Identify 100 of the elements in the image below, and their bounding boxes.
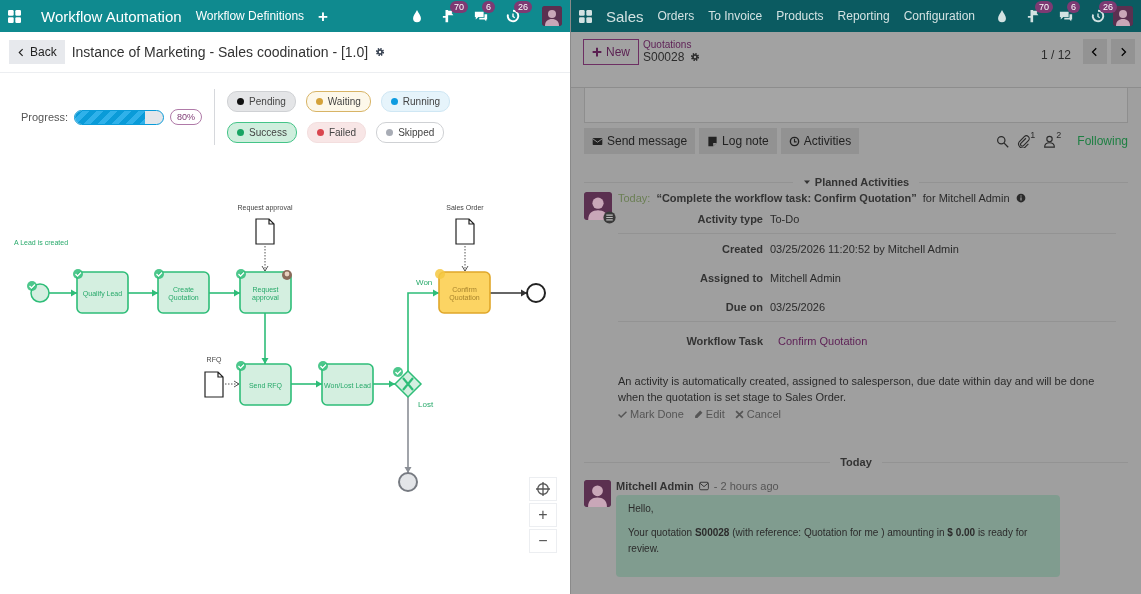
next-button[interactable] bbox=[1111, 39, 1135, 64]
activity-action-link[interactable]: Cancel bbox=[734, 408, 781, 420]
pencil-icon bbox=[693, 409, 703, 419]
envelope-icon bbox=[592, 135, 603, 147]
apps-menu-icon[interactable] bbox=[8, 9, 21, 23]
chatter-button[interactable]: Activities bbox=[780, 128, 860, 154]
flow-arrow bbox=[290, 380, 323, 388]
search-icon[interactable] bbox=[996, 134, 1010, 148]
follower-count: 2 bbox=[1056, 129, 1062, 142]
status-chip[interactable]: Running bbox=[380, 91, 451, 112]
flow-arrow bbox=[48, 289, 78, 297]
paperclip-icon[interactable] bbox=[1017, 134, 1031, 148]
gateway-node[interactable] bbox=[393, 367, 423, 399]
date-divider: Today bbox=[840, 456, 872, 468]
field-value: To-Do bbox=[770, 212, 800, 225]
activity-summary: “Complete the workflow task: Confirm Quotation” bbox=[656, 192, 917, 204]
status-chip[interactable]: Failed bbox=[306, 122, 367, 143]
check-icon bbox=[618, 409, 627, 419]
field-label: Workflow Task bbox=[685, 335, 763, 347]
field-label: Created bbox=[721, 242, 763, 255]
activity-note: An activity is automatically created, assigned to salesperson, due date within day and will be done when the quotation is set stage to Sales Order. bbox=[618, 374, 1096, 405]
person-icon[interactable] bbox=[1043, 134, 1057, 148]
signpost-icon[interactable] bbox=[442, 9, 456, 23]
flow-arrow bbox=[261, 312, 269, 365]
activity-action-link[interactable]: Mark Done bbox=[618, 408, 684, 420]
previous-button[interactable] bbox=[1083, 39, 1107, 64]
menu-item[interactable]: Orders bbox=[657, 9, 695, 23]
note-icon bbox=[707, 135, 719, 147]
association-arrow bbox=[261, 245, 269, 272]
apps-menu-icon[interactable] bbox=[579, 9, 592, 23]
document-icon[interactable] bbox=[255, 218, 275, 245]
assignee-avatar bbox=[282, 270, 292, 280]
activity-date: Today: bbox=[618, 192, 651, 204]
app-name[interactable]: Sales bbox=[606, 7, 644, 25]
user-avatar bbox=[584, 480, 611, 507]
gear-icon[interactable] bbox=[690, 52, 701, 62]
flow-arrow bbox=[372, 380, 396, 388]
app-name[interactable]: Workflow Automation bbox=[41, 7, 182, 25]
message-text: Your quotation S00028 (with reference: Quotation for me ) amounting in $ 0.00 is ready for review. bbox=[628, 526, 1029, 556]
zoom-out-button[interactable]: − bbox=[529, 529, 557, 553]
menu-item[interactable]: To Invoice bbox=[708, 9, 763, 23]
status-chip[interactable]: Success bbox=[227, 122, 297, 143]
back-button[interactable]: Back bbox=[9, 40, 65, 64]
status-chip[interactable]: Waiting bbox=[305, 91, 371, 112]
add-button[interactable]: + bbox=[318, 7, 329, 25]
activity-action-link[interactable]: Edit bbox=[693, 408, 725, 420]
message-author[interactable]: Mitchell Admin bbox=[616, 480, 694, 492]
menu-item[interactable]: Configuration bbox=[903, 9, 976, 23]
todo-badge-icon bbox=[603, 211, 616, 224]
document-icon[interactable] bbox=[455, 218, 475, 245]
attachment-count: 1 bbox=[1030, 129, 1036, 142]
flow-arrow bbox=[127, 289, 159, 297]
chevron-right-icon bbox=[1118, 45, 1128, 58]
start-event[interactable] bbox=[27, 281, 50, 303]
association-arrow bbox=[461, 245, 469, 272]
user-avatar[interactable] bbox=[1113, 6, 1133, 26]
user-avatar bbox=[584, 192, 612, 220]
chat-icon[interactable] bbox=[1059, 9, 1073, 23]
end-event[interactable] bbox=[526, 283, 546, 303]
info-icon[interactable] bbox=[1015, 193, 1026, 203]
document-icon[interactable] bbox=[204, 371, 224, 398]
signpost-icon[interactable] bbox=[1027, 9, 1041, 23]
message-text: Hello, bbox=[628, 502, 655, 516]
message-time: - 2 hours ago bbox=[713, 480, 779, 492]
chevron-left-icon bbox=[17, 46, 26, 58]
droplet-icon[interactable] bbox=[995, 9, 1009, 23]
counter-badge: 26 bbox=[1099, 1, 1117, 13]
recenter-button[interactable] bbox=[529, 477, 557, 501]
menu-item[interactable]: Workflow Definitions bbox=[195, 9, 305, 23]
breadcrumb-link[interactable]: Quotations bbox=[643, 39, 701, 50]
field-value: 03/25/2026 11:20:52 by Mitchell Admin bbox=[770, 242, 959, 255]
chatter-button[interactable]: Send message bbox=[584, 128, 696, 154]
chat-icon[interactable] bbox=[474, 9, 488, 23]
crosshair-icon bbox=[536, 482, 550, 496]
page-title: Instance of Marketing - Sales coodination - [1.0] bbox=[71, 44, 369, 60]
status-chip[interactable]: Pending bbox=[227, 91, 296, 112]
plus-icon bbox=[592, 47, 602, 57]
close-icon bbox=[734, 409, 744, 419]
planned-activities-toggle[interactable]: Planned Activities bbox=[802, 176, 910, 188]
record-name: S00028 bbox=[643, 50, 685, 64]
clock-icon bbox=[788, 135, 800, 147]
workflow-task-link[interactable]: Confirm Quotation bbox=[778, 335, 868, 347]
activity-assignee: for Mitchell Admin bbox=[922, 192, 1010, 204]
menu-item[interactable]: Products bbox=[776, 9, 824, 23]
droplet-icon[interactable] bbox=[410, 9, 424, 23]
gear-icon[interactable] bbox=[375, 47, 386, 57]
zoom-in-button[interactable]: + bbox=[529, 503, 557, 527]
menu-item[interactable]: Reporting bbox=[837, 9, 890, 23]
user-avatar[interactable] bbox=[542, 6, 562, 26]
envelope-icon bbox=[697, 481, 710, 491]
field-label: Activity type bbox=[696, 212, 763, 225]
counter-badge: 70 bbox=[1035, 1, 1053, 13]
pager-value: 1 / 12 bbox=[1040, 48, 1071, 62]
new-button[interactable]: New bbox=[583, 39, 639, 65]
field-value: Mitchell Admin bbox=[770, 271, 841, 284]
clock-icon[interactable] bbox=[1091, 9, 1105, 23]
flow-label: Won bbox=[416, 278, 433, 287]
chatter-button[interactable]: Log note bbox=[699, 128, 777, 154]
status-chip[interactable]: Skipped bbox=[376, 122, 445, 143]
field-label: Due on bbox=[724, 300, 763, 313]
